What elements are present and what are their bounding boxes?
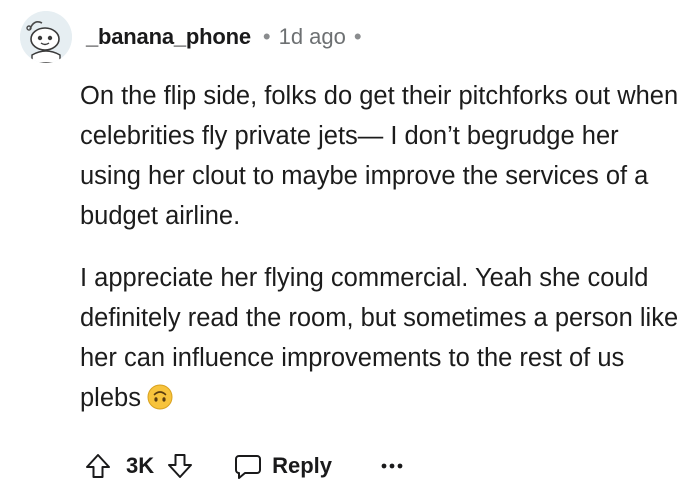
meta-separator: • <box>353 24 362 49</box>
upside-down-face-emoji-icon <box>147 382 173 410</box>
avatar[interactable] <box>20 11 72 63</box>
arrow-down-icon <box>168 454 193 478</box>
comment-paragraph: On the flip side, folks do get their pit… <box>80 82 679 230</box>
comment-paragraph-with-emoji: I appreciate her flying commercial. Yeah… <box>80 258 680 418</box>
username[interactable]: _banana_phone <box>86 24 251 50</box>
upvote-button[interactable] <box>84 452 112 480</box>
comment: _banana_phone • 1d ago • On the flip sid… <box>0 0 700 493</box>
meta-separator: • <box>262 24 271 49</box>
ellipsis-icon <box>381 463 403 469</box>
arrow-up-icon <box>86 454 110 478</box>
comment-actions: 3K Reply <box>84 444 404 488</box>
comment-body: On the flip side, folks do get their pit… <box>80 76 680 418</box>
vote-count: 3K <box>126 453 155 478</box>
downvote-button[interactable] <box>166 452 194 480</box>
comment-header: _banana_phone • 1d ago • <box>20 10 362 64</box>
timestamp[interactable]: 1d ago <box>279 24 346 50</box>
snoo-avatar-icon <box>20 11 72 63</box>
reply-button[interactable]: Reply <box>234 452 332 480</box>
reply-label: Reply <box>272 453 333 478</box>
speech-bubble-icon <box>235 455 262 479</box>
more-options-button[interactable] <box>380 461 404 471</box>
